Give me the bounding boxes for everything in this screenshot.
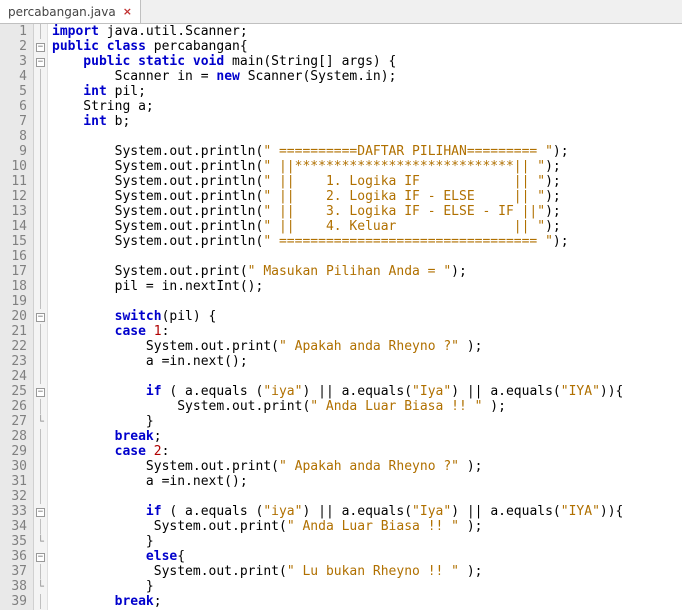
tab-title: percabangan.java (8, 5, 116, 19)
file-tab[interactable]: percabangan.java × (0, 0, 141, 23)
code-editor[interactable]: 1 2 3 4 5 6 7 8 9 10 11 12 13 14 15 16 1… (0, 24, 682, 610)
tab-bar: percabangan.java × (0, 0, 682, 24)
fold-column: −−−−└−└−└ (34, 24, 48, 610)
close-icon[interactable]: × (121, 5, 134, 18)
line-number-gutter: 1 2 3 4 5 6 7 8 9 10 11 12 13 14 15 16 1… (0, 24, 34, 610)
code-area[interactable]: import java.util.Scanner;public class pe… (48, 24, 682, 610)
